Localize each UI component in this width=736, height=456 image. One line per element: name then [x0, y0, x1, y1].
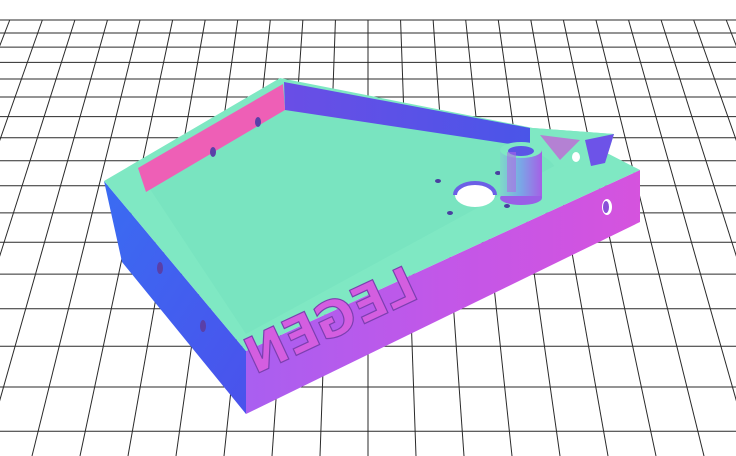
viewport-canvas[interactable]: LEGEN	[0, 0, 736, 456]
tab-hole	[572, 152, 580, 162]
floor-small-hole	[447, 211, 453, 215]
cylinder-post	[500, 142, 542, 205]
grid-line-vertical	[725, 19, 736, 47]
left-face-hole	[200, 320, 206, 332]
left-face-hole	[157, 262, 163, 274]
3d-model[interactable]: LEGEN	[104, 78, 640, 414]
grid-line-vertical	[0, 19, 11, 47]
grid-line-vertical	[0, 19, 43, 142]
grid-line-vertical	[660, 19, 736, 257]
grid-line-vertical	[0, 19, 76, 257]
3d-viewport[interactable]: LEGEN	[0, 0, 736, 456]
grid-line-vertical	[595, 19, 705, 456]
grid-line-vertical	[693, 19, 736, 142]
inner-wall-hole	[255, 117, 261, 127]
floor-small-hole	[435, 179, 441, 183]
front-face-hole-inner	[603, 201, 609, 213]
floor-small-hole	[504, 204, 510, 208]
inner-wall-hole	[210, 147, 216, 157]
